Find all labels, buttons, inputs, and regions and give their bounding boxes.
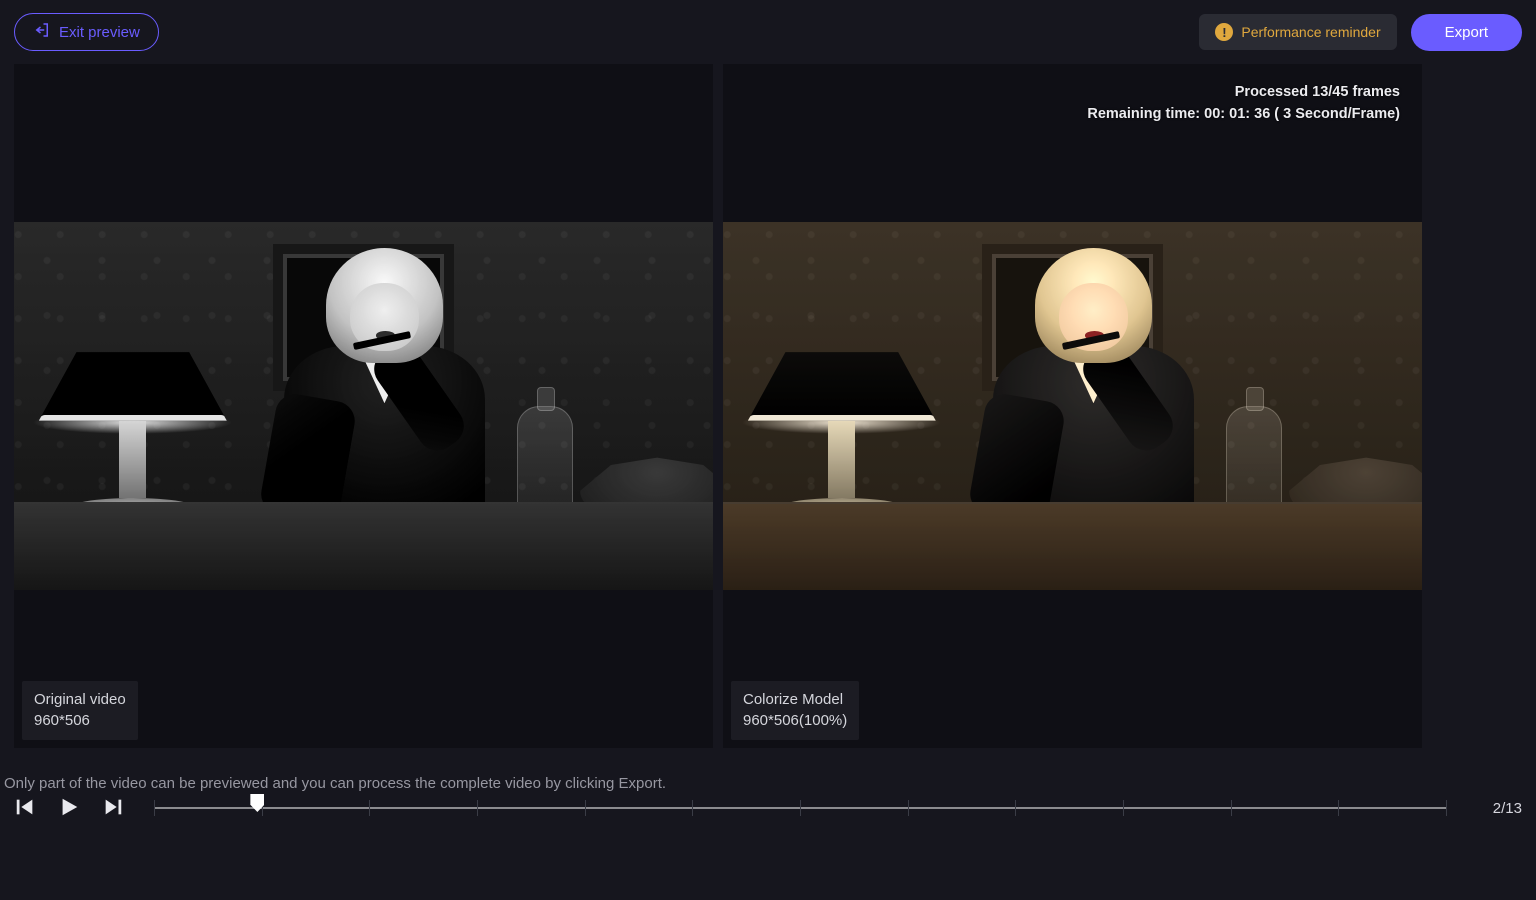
timeline-tick bbox=[369, 800, 370, 816]
timeline-tick bbox=[1446, 800, 1447, 816]
exit-icon bbox=[33, 21, 51, 43]
original-video-resolution: 960*506 bbox=[34, 710, 126, 732]
previous-frame-button[interactable] bbox=[14, 796, 36, 821]
original-video-title: Original video bbox=[34, 689, 126, 711]
top-bar: Exit preview ! Performance reminder Expo… bbox=[0, 0, 1536, 64]
play-icon bbox=[58, 796, 80, 821]
warning-icon: ! bbox=[1215, 23, 1233, 41]
colorized-video-resolution: 960*506(100%) bbox=[743, 710, 847, 732]
colorized-video-title: Colorize Model bbox=[743, 689, 847, 711]
timeline-tick bbox=[908, 800, 909, 816]
playback-controls: 2/13 bbox=[0, 788, 1536, 828]
timeline-tick bbox=[585, 800, 586, 816]
remaining-time-text: Remaining time: 00: 01: 36 ( 3 Second/Fr… bbox=[1087, 104, 1400, 126]
timeline-tick bbox=[154, 800, 155, 816]
original-video-label: Original video 960*506 bbox=[22, 681, 138, 741]
timeline-tick bbox=[1015, 800, 1016, 816]
colorized-video-frame bbox=[723, 222, 1422, 590]
export-button[interactable]: Export bbox=[1411, 14, 1522, 51]
processed-frames-text: Processed 13/45 frames bbox=[1087, 82, 1400, 104]
timeline-scrubber[interactable] bbox=[154, 796, 1446, 820]
play-button[interactable] bbox=[58, 796, 80, 821]
previous-frame-icon bbox=[14, 796, 36, 821]
exit-preview-button[interactable]: Exit preview bbox=[14, 13, 159, 51]
frame-counter: 2/13 bbox=[1476, 800, 1522, 817]
timeline-tick bbox=[1123, 800, 1124, 816]
timeline-tick bbox=[692, 800, 693, 816]
timeline-tick bbox=[1231, 800, 1232, 816]
next-frame-icon bbox=[102, 796, 124, 821]
timeline-tick bbox=[800, 800, 801, 816]
colorized-video-label: Colorize Model 960*506(100%) bbox=[731, 681, 859, 741]
exit-preview-label: Exit preview bbox=[59, 24, 140, 41]
performance-reminder-button[interactable]: ! Performance reminder bbox=[1199, 14, 1396, 50]
original-video-pane: Original video 960*506 bbox=[14, 64, 713, 748]
export-label: Export bbox=[1445, 24, 1488, 41]
timeline-tick bbox=[477, 800, 478, 816]
performance-reminder-label: Performance reminder bbox=[1241, 24, 1380, 40]
preview-area: Original video 960*506 Processed 13/45 f… bbox=[14, 64, 1422, 748]
processing-status: Processed 13/45 frames Remaining time: 0… bbox=[1087, 82, 1400, 126]
bottom-fade bbox=[0, 840, 1536, 900]
original-video-frame bbox=[14, 222, 713, 590]
timeline-tick bbox=[1338, 800, 1339, 816]
colorized-video-pane: Processed 13/45 frames Remaining time: 0… bbox=[723, 64, 1422, 748]
next-frame-button[interactable] bbox=[102, 796, 124, 821]
